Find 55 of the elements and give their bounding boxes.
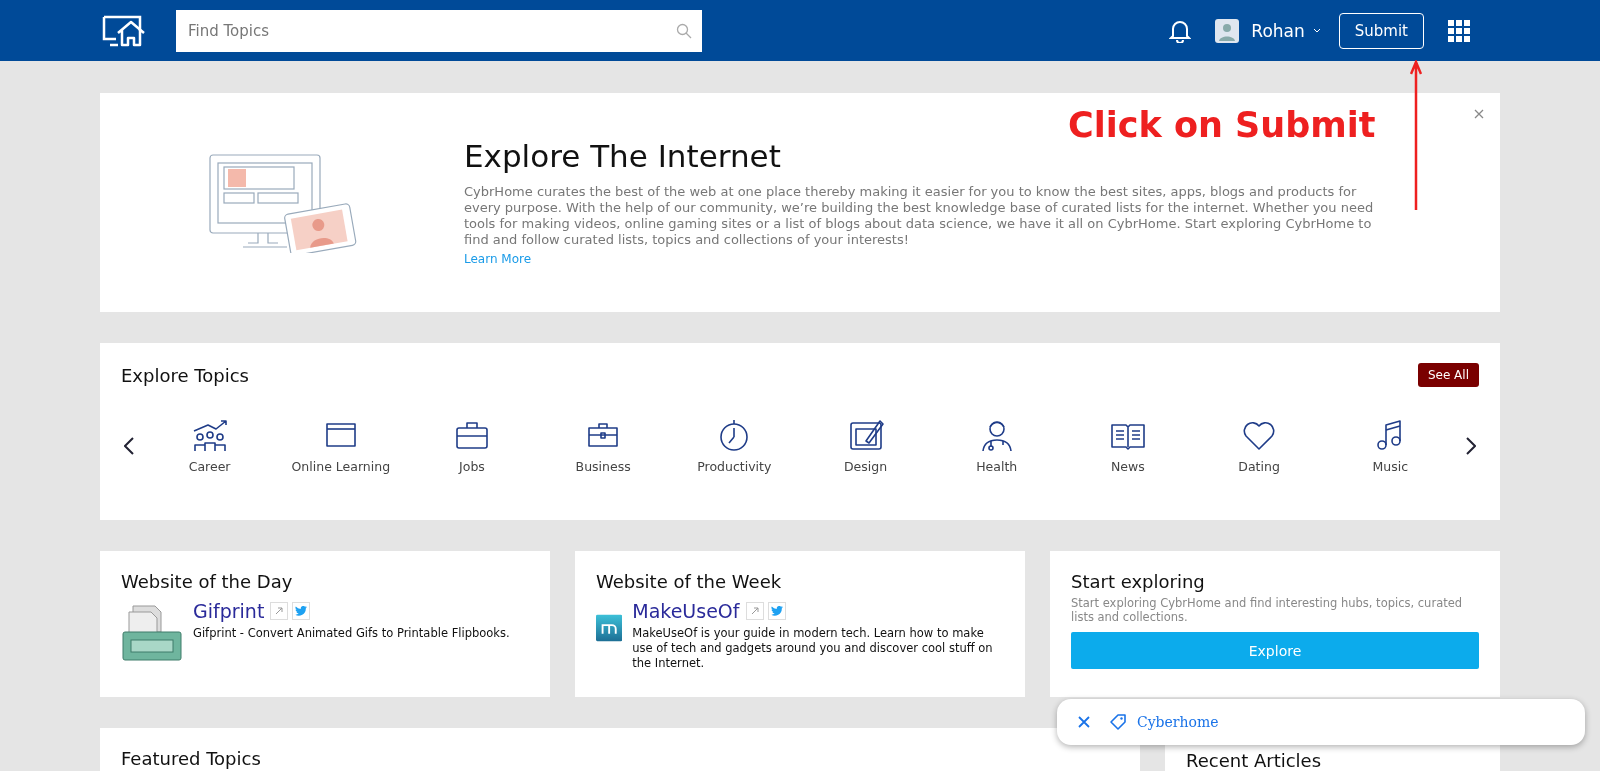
topic-item[interactable]: Design [806, 417, 925, 474]
submit-button[interactable]: Submit [1338, 12, 1424, 49]
section-title: Featured Topics [121, 748, 262, 769]
topic-item[interactable]: Business [544, 417, 663, 474]
site-description: MakeUseOf is your guide in modern tech. Learn how to make use of tech and gadgets around you and discover cool stuff on the Internet. [632, 626, 994, 671]
card-title: Website of the Week [596, 571, 783, 592]
bell-icon[interactable] [1169, 18, 1192, 43]
topic-label: Design [843, 459, 888, 474]
topic-label: Career [188, 459, 231, 474]
topic-item[interactable]: Career [150, 417, 269, 474]
topic-item[interactable]: Productivity [675, 417, 794, 474]
apps-grid-icon[interactable] [1448, 19, 1470, 42]
close-icon[interactable] [1474, 109, 1484, 119]
see-all-button[interactable]: See All [1417, 363, 1479, 387]
topic-label: News [1111, 459, 1145, 474]
home-logo-icon[interactable] [102, 14, 146, 47]
chevron-right-icon[interactable] [1466, 436, 1476, 455]
site-name-link[interactable]: Gifprint [193, 600, 265, 622]
tag-link[interactable]: Cyberhome [1137, 714, 1219, 730]
section-title: Recent Articles [1186, 750, 1323, 771]
topic-label: Online Learning [291, 459, 391, 474]
caret-icon[interactable] [1312, 27, 1321, 34]
topic-label: Health [976, 459, 1018, 474]
site-description: Gifprint - Convert Animated Gifs to Printable Flipbooks. [193, 626, 510, 641]
topic-item[interactable]: News [1068, 417, 1187, 474]
banner-title: Explore The Internet [464, 138, 782, 174]
external-link-icon [275, 607, 284, 615]
section-title: Explore Topics [121, 364, 249, 386]
topic-item[interactable]: Music [1331, 417, 1450, 474]
topic-label: Dating [1238, 459, 1280, 474]
topic-label: Productivity [697, 459, 772, 474]
topic-label: Music [1372, 459, 1409, 474]
topic-item[interactable]: Online Learning [281, 417, 400, 474]
card-title: Website of the Day [121, 571, 294, 592]
search-field[interactable]: Find Topics [176, 9, 702, 52]
chevron-left-icon[interactable] [124, 436, 134, 455]
topic-item[interactable]: Dating [1200, 417, 1319, 474]
close-icon[interactable] [1077, 715, 1091, 729]
banner-description: CybrHome curates the best of the web at one place thereby making it easier for you to know the best sites, apps, blogs and products for every purpose. With the help of our community, we’re building the best knowledge base of curated lists for the internet. Whether you need tools for making videos, online gaming sites or a list of blogs about data science, we have it all on CybrHome. Start exploring CybrHome to find and follow curated lists, topics and collections of your interests! [464, 184, 1375, 248]
twitter-button[interactable] [292, 602, 311, 620]
topic-label: Jobs [459, 459, 485, 474]
site-name-link[interactable]: MakeUseOf [632, 600, 740, 622]
topic-item[interactable]: Jobs [412, 417, 531, 474]
twitter-button[interactable] [767, 602, 786, 620]
external-link-icon [750, 607, 759, 615]
topic-item[interactable]: Health [937, 417, 1056, 474]
bird-icon [295, 606, 308, 616]
annotation-text: Click on Submit [1068, 105, 1376, 145]
avatar-icon[interactable] [1215, 18, 1240, 43]
card-title: Start exploring [1071, 571, 1206, 592]
user-menu[interactable]: Rohan [1251, 20, 1305, 41]
bird-icon [770, 606, 783, 616]
tag-icon [1109, 713, 1127, 731]
topic-label: Business [575, 459, 631, 474]
card-description: Start exploring CybrHome and find interesting hubs, topics, curated lists and collections. [1071, 596, 1464, 624]
